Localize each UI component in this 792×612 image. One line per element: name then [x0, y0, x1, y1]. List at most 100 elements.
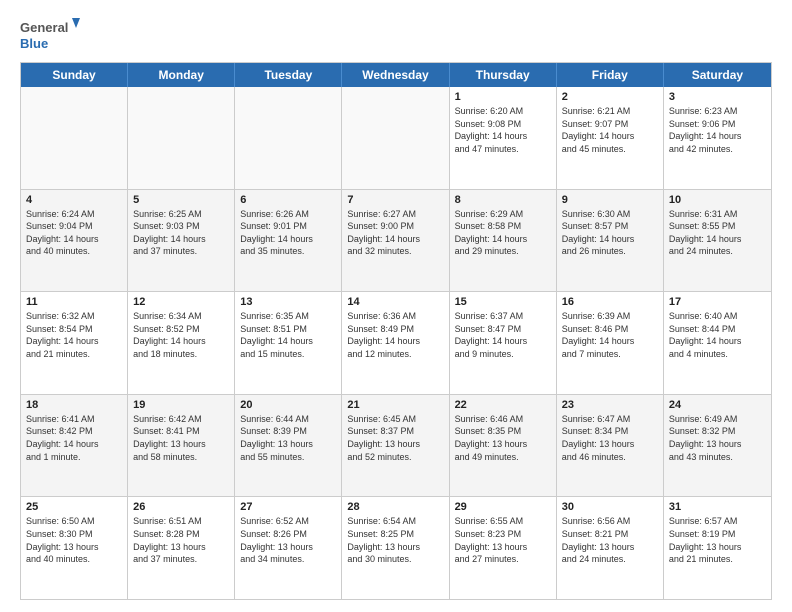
cell-text: Daylight: 14 hours [562, 233, 658, 246]
day-number: 20 [240, 399, 336, 411]
cell-text: Daylight: 14 hours [240, 335, 336, 348]
cell-text: Sunset: 8:23 PM [455, 528, 551, 541]
svg-text:Blue: Blue [20, 36, 48, 51]
day-cell-5: 5Sunrise: 6:25 AMSunset: 9:03 PMDaylight… [128, 190, 235, 292]
cell-text: Sunrise: 6:23 AM [669, 105, 766, 118]
cell-text: Sunset: 9:04 PM [26, 220, 122, 233]
day-header-friday: Friday [557, 63, 664, 87]
day-cell-6: 6Sunrise: 6:26 AMSunset: 9:01 PMDaylight… [235, 190, 342, 292]
day-cell-22: 22Sunrise: 6:46 AMSunset: 8:35 PMDayligh… [450, 395, 557, 497]
cell-text: and 58 minutes. [133, 451, 229, 464]
day-cell-25: 25 Sunrise: 6:50 AMSunset: 8:30 PMDayligh… [21, 497, 128, 599]
cell-text: Sunrise: 6:31 AM [669, 208, 766, 221]
cell-text: Sunset: 8:55 PM [669, 220, 766, 233]
cell-text: Daylight: 14 hours [26, 438, 122, 451]
cell-text: Sunset: 8:30 PM [26, 528, 122, 541]
day-header-wednesday: Wednesday [342, 63, 449, 87]
day-cell-28: 28Sunrise: 6:54 AMSunset: 8:25 PMDayligh… [342, 497, 449, 599]
day-header-thursday: Thursday [450, 63, 557, 87]
cell-text: and 15 minutes. [240, 348, 336, 361]
cell-text: Sunset: 8:19 PM [669, 528, 766, 541]
cell-text: Sunrise: 6:21 AM [562, 105, 658, 118]
cell-text: Sunrise: 6:32 AM [26, 310, 122, 323]
day-number: 29 [455, 501, 551, 513]
cell-text: Sunrise: 6:50 AM [26, 515, 122, 528]
day-number: 7 [347, 194, 443, 206]
cell-text: Daylight: 13 hours [347, 541, 443, 554]
cell-text: and 43 minutes. [669, 451, 766, 464]
day-cell-15: 15Sunrise: 6:37 AMSunset: 8:47 PMDayligh… [450, 292, 557, 394]
cell-text: Sunset: 8:52 PM [133, 323, 229, 336]
cell-text: and 12 minutes. [347, 348, 443, 361]
day-number: 1 [455, 91, 551, 103]
day-number: 21 [347, 399, 443, 411]
cell-text: Daylight: 13 hours [240, 541, 336, 554]
cell-text: Sunset: 8:32 PM [669, 425, 766, 438]
week-row-4: 18Sunrise: 6:41 AMSunset: 8:42 PMDayligh… [21, 394, 771, 497]
cell-text: and 52 minutes. [347, 451, 443, 464]
day-cell-17: 17Sunrise: 6:40 AMSunset: 8:44 PMDayligh… [664, 292, 771, 394]
page-header: General Blue [20, 16, 772, 52]
cell-text: Sunset: 8:26 PM [240, 528, 336, 541]
day-number: 31 [669, 501, 766, 513]
day-number: 24 [669, 399, 766, 411]
day-cell-16: 16Sunrise: 6:39 AMSunset: 8:46 PMDayligh… [557, 292, 664, 394]
cell-text: Daylight: 14 hours [133, 233, 229, 246]
day-header-sunday: Sunday [21, 63, 128, 87]
day-cell-14: 14Sunrise: 6:36 AMSunset: 8:49 PMDayligh… [342, 292, 449, 394]
cell-text: Sunrise: 6:49 AM [669, 413, 766, 426]
cell-text: Daylight: 14 hours [455, 233, 551, 246]
cell-text: Sunset: 8:47 PM [455, 323, 551, 336]
day-header-monday: Monday [128, 63, 235, 87]
cell-text: Sunset: 8:46 PM [562, 323, 658, 336]
cell-text: Sunrise: 6:27 AM [347, 208, 443, 221]
cell-text: and 47 minutes. [455, 143, 551, 156]
cell-text: and 40 minutes. [26, 245, 122, 258]
cell-text: Daylight: 13 hours [347, 438, 443, 451]
day-cell-2: 2Sunrise: 6:21 AMSunset: 9:07 PMDaylight… [557, 87, 664, 189]
day-cell-12: 12Sunrise: 6:34 AMSunset: 8:52 PMDayligh… [128, 292, 235, 394]
day-number: 23 [562, 399, 658, 411]
cell-text: and 40 minutes. [26, 553, 122, 566]
cell-text: Daylight: 13 hours [26, 541, 122, 554]
cell-text: Sunset: 8:21 PM [562, 528, 658, 541]
cell-text: Daylight: 14 hours [26, 335, 122, 348]
cell-text: and 42 minutes. [669, 143, 766, 156]
day-number: 22 [455, 399, 551, 411]
cell-text: Sunset: 8:42 PM [26, 425, 122, 438]
cell-text: Sunset: 9:03 PM [133, 220, 229, 233]
empty-cell [342, 87, 449, 189]
day-number: 25 [26, 501, 122, 513]
day-cell-7: 7Sunrise: 6:27 AMSunset: 9:00 PMDaylight… [342, 190, 449, 292]
cell-text: and 37 minutes. [133, 553, 229, 566]
empty-cell [128, 87, 235, 189]
day-number: 14 [347, 296, 443, 308]
cell-text: Daylight: 14 hours [133, 335, 229, 348]
cell-text: Daylight: 13 hours [455, 438, 551, 451]
cell-text: Daylight: 14 hours [669, 130, 766, 143]
day-cell-31: 31Sunrise: 6:57 AMSunset: 8:19 PMDayligh… [664, 497, 771, 599]
cell-text: Sunset: 8:34 PM [562, 425, 658, 438]
cell-text: Sunset: 8:39 PM [240, 425, 336, 438]
cell-text: and 34 minutes. [240, 553, 336, 566]
day-cell-23: 23Sunrise: 6:47 AMSunset: 8:34 PMDayligh… [557, 395, 664, 497]
day-cell-3: 3Sunrise: 6:23 AMSunset: 9:06 PMDaylight… [664, 87, 771, 189]
cell-text: Sunset: 8:25 PM [347, 528, 443, 541]
cell-text: and 4 minutes. [669, 348, 766, 361]
day-number: 16 [562, 296, 658, 308]
cell-text: Daylight: 13 hours [562, 541, 658, 554]
cell-text: and 49 minutes. [455, 451, 551, 464]
cell-text: Sunset: 8:37 PM [347, 425, 443, 438]
cell-text: Sunset: 9:07 PM [562, 118, 658, 131]
day-number: 27 [240, 501, 336, 513]
day-number: 30 [562, 501, 658, 513]
cell-text: Sunrise: 6:35 AM [240, 310, 336, 323]
cell-text: and 27 minutes. [455, 553, 551, 566]
day-cell-4: 4Sunrise: 6:24 AMSunset: 9:04 PMDaylight… [21, 190, 128, 292]
week-row-1: 1Sunrise: 6:20 AMSunset: 9:08 PMDaylight… [21, 87, 771, 189]
day-number: 11 [26, 296, 122, 308]
cell-text: Sunrise: 6:39 AM [562, 310, 658, 323]
day-number: 13 [240, 296, 336, 308]
day-cell-1: 1Sunrise: 6:20 AMSunset: 9:08 PMDaylight… [450, 87, 557, 189]
cell-text: Sunrise: 6:47 AM [562, 413, 658, 426]
